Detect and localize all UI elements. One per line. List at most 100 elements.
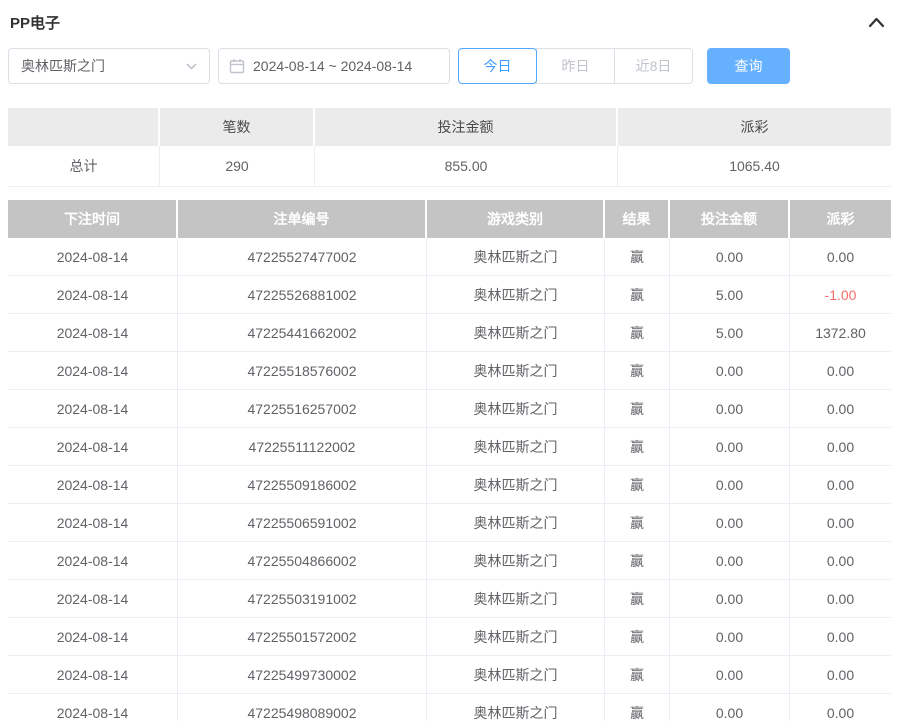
cell-game-category: 奥林匹斯之门 (427, 504, 605, 542)
cell-bet-amount: 0.00 (670, 580, 790, 618)
summary-total-count: 290 (160, 146, 315, 187)
cell-result: 赢 (605, 276, 670, 314)
cell-payout: 0.00 (790, 352, 891, 390)
date-range-input[interactable]: 2024-08-14 ~ 2024-08-14 (218, 48, 450, 84)
collapse-panel-button[interactable] (866, 14, 887, 30)
cell-result: 赢 (605, 428, 670, 466)
cell-game-category: 奥林匹斯之门 (427, 352, 605, 390)
cell-result: 赢 (605, 466, 670, 504)
cell-payout: 0.00 (790, 390, 891, 428)
cell-bet-time: 2024-08-14 (8, 238, 178, 276)
cell-payout: 0.00 (790, 504, 891, 542)
table-row: 2024-08-14 47225441662002 奥林匹斯之门 赢 5.00 … (8, 314, 891, 352)
cell-result: 赢 (605, 238, 670, 276)
table-row: 2024-08-14 47225526881002 奥林匹斯之门 赢 5.00 … (8, 276, 891, 314)
table-row: 2024-08-14 47225498089002 奥林匹斯之门 赢 0.00 … (8, 694, 891, 721)
cell-game-category: 奥林匹斯之门 (427, 238, 605, 276)
col-header-result: 结果 (605, 200, 670, 238)
query-button[interactable]: 查询 (707, 48, 790, 84)
cell-bet-time: 2024-08-14 (8, 314, 178, 352)
cell-payout: 0.00 (790, 656, 891, 694)
date-range-value: 2024-08-14 ~ 2024-08-14 (253, 58, 412, 74)
cell-payout: 0.00 (790, 466, 891, 504)
records-body: 2024-08-14 47225527477002 奥林匹斯之门 赢 0.00 … (8, 238, 891, 721)
table-row: 2024-08-14 47225503191002 奥林匹斯之门 赢 0.00 … (8, 580, 891, 618)
cell-bet-id: 47225499730002 (178, 656, 427, 694)
cell-payout: 0.00 (790, 428, 891, 466)
cell-bet-id: 47225498089002 (178, 694, 427, 721)
table-row: 2024-08-14 47225511122002 奥林匹斯之门 赢 0.00 … (8, 428, 891, 466)
cell-bet-time: 2024-08-14 (8, 352, 178, 390)
game-select-value: 奥林匹斯之门 (21, 56, 105, 76)
cell-game-category: 奥林匹斯之门 (427, 314, 605, 352)
cell-game-category: 奥林匹斯之门 (427, 428, 605, 466)
cell-bet-id: 47225503191002 (178, 580, 427, 618)
cell-result: 赢 (605, 580, 670, 618)
cell-bet-time: 2024-08-14 (8, 390, 178, 428)
cell-bet-id: 47225511122002 (178, 428, 427, 466)
calendar-icon (229, 58, 245, 74)
cell-bet-amount: 0.00 (670, 618, 790, 656)
cell-bet-time: 2024-08-14 (8, 276, 178, 314)
cell-game-category: 奥林匹斯之门 (427, 618, 605, 656)
cell-game-category: 奥林匹斯之门 (427, 694, 605, 721)
quick-date-group: 今日 昨日 近8日 (458, 48, 693, 84)
cell-bet-id: 47225504866002 (178, 542, 427, 580)
cell-bet-id: 47225526881002 (178, 276, 427, 314)
records-table: 下注时间 注单编号 游戏类别 结果 投注金额 派彩 2024-08-14 472… (8, 200, 891, 721)
cell-game-category: 奥林匹斯之门 (427, 580, 605, 618)
col-header-bet-amount: 投注金额 (670, 200, 790, 238)
summary-header-blank (8, 108, 160, 146)
cell-payout: 0.00 (790, 618, 891, 656)
cell-payout: 0.00 (790, 694, 891, 721)
summary-header-row: 笔数 投注金额 派彩 (8, 108, 891, 146)
summary-total-label: 总计 (8, 146, 160, 187)
cell-bet-amount: 0.00 (670, 504, 790, 542)
table-row: 2024-08-14 47225499730002 奥林匹斯之门 赢 0.00 … (8, 656, 891, 694)
cell-bet-time: 2024-08-14 (8, 618, 178, 656)
cell-bet-time: 2024-08-14 (8, 580, 178, 618)
cell-bet-time: 2024-08-14 (8, 542, 178, 580)
last-8-days-button[interactable]: 近8日 (614, 48, 693, 84)
cell-bet-id: 47225506591002 (178, 504, 427, 542)
cell-game-category: 奥林匹斯之门 (427, 656, 605, 694)
col-header-game-category: 游戏类别 (427, 200, 605, 238)
cell-bet-time: 2024-08-14 (8, 504, 178, 542)
cell-payout: 0.00 (790, 580, 891, 618)
yesterday-button[interactable]: 昨日 (536, 48, 615, 84)
col-header-payout: 派彩 (790, 200, 891, 238)
summary-total-bet-amount: 855.00 (315, 146, 618, 187)
table-row: 2024-08-14 47225527477002 奥林匹斯之门 赢 0.00 … (8, 238, 891, 276)
summary-table: 笔数 投注金额 派彩 总计 290 855.00 1065.40 (8, 108, 891, 187)
table-row: 2024-08-14 47225509186002 奥林匹斯之门 赢 0.00 … (8, 466, 891, 504)
cell-result: 赢 (605, 618, 670, 656)
cell-result: 赢 (605, 314, 670, 352)
cell-bet-id: 47225527477002 (178, 238, 427, 276)
table-row: 2024-08-14 47225504866002 奥林匹斯之门 赢 0.00 … (8, 542, 891, 580)
cell-bet-amount: 0.00 (670, 238, 790, 276)
cell-result: 赢 (605, 352, 670, 390)
cell-bet-amount: 0.00 (670, 466, 790, 504)
cell-bet-amount: 5.00 (670, 314, 790, 352)
cell-bet-amount: 0.00 (670, 656, 790, 694)
records-header-row: 下注时间 注单编号 游戏类别 结果 投注金额 派彩 (8, 200, 891, 238)
cell-bet-time: 2024-08-14 (8, 694, 178, 721)
cell-game-category: 奥林匹斯之门 (427, 466, 605, 504)
today-button[interactable]: 今日 (458, 48, 537, 84)
summary-header-bet-amount: 投注金额 (315, 108, 618, 146)
col-header-bet-time: 下注时间 (8, 200, 178, 238)
page-title: PP电子 (10, 12, 60, 33)
cell-payout: -1.00 (790, 276, 891, 314)
cell-result: 赢 (605, 542, 670, 580)
cell-bet-id: 47225501572002 (178, 618, 427, 656)
summary-header-payout: 派彩 (618, 108, 891, 146)
cell-result: 赢 (605, 390, 670, 428)
cell-payout: 1372.80 (790, 314, 891, 352)
cell-bet-id: 47225516257002 (178, 390, 427, 428)
cell-payout: 0.00 (790, 238, 891, 276)
cell-game-category: 奥林匹斯之门 (427, 276, 605, 314)
cell-result: 赢 (605, 694, 670, 721)
table-row: 2024-08-14 47225518576002 奥林匹斯之门 赢 0.00 … (8, 352, 891, 390)
game-select[interactable]: 奥林匹斯之门 (8, 48, 210, 84)
cell-payout: 0.00 (790, 542, 891, 580)
